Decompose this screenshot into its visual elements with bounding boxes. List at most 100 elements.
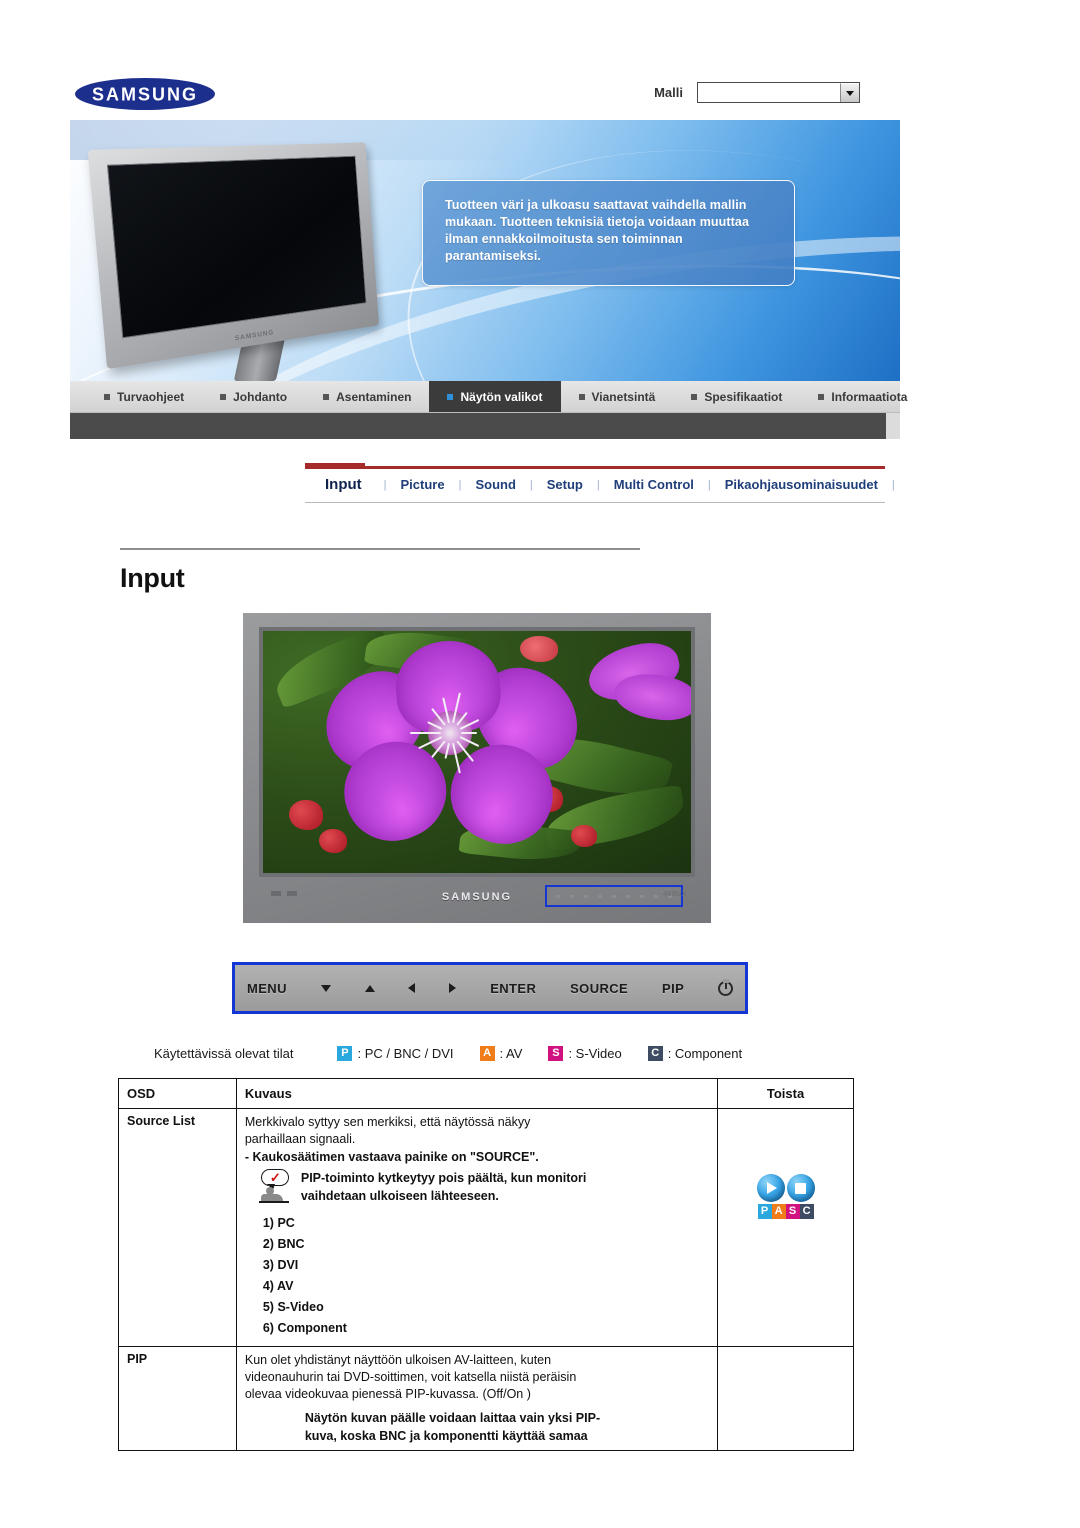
main-nav-label: Vianetsintä xyxy=(591,389,656,404)
media-ball-icons xyxy=(756,1174,815,1202)
hero-callout-text: Tuotteen väri ja ulkoasu saattavat vaihd… xyxy=(445,198,750,263)
cell-repeat-pip xyxy=(717,1346,854,1451)
hero-banner: SAMSUNG Tuotteen väri ja ulkoasu saattav… xyxy=(70,120,900,385)
pip-note: Näytön kuvan päälle voidaan laittaa vain… xyxy=(305,1409,709,1445)
main-nav-item-nayton-valikot[interactable]: Näytön valikot xyxy=(429,381,561,412)
available-modes-legend: Käytettävissä olevat tilat P : PC / BNC … xyxy=(154,1046,768,1061)
note-person-check-icon: ✓ xyxy=(258,1169,293,1205)
samsung-logo-text: SAMSUNG xyxy=(91,82,198,104)
note-text: PIP-toiminto kytkeytyy pois päältä, kun … xyxy=(301,1169,586,1205)
stamen xyxy=(461,732,477,734)
pip-desc-line-3: olevaa videokuvaa pienessä PIP-kuvassa. … xyxy=(244,1387,531,1401)
table-row: PIP Kun olet yhdistänyt näyttöön ulkoise… xyxy=(118,1346,854,1451)
legend-entry-pc: P : PC / BNC / DVI xyxy=(337,1046,454,1061)
bullet-square-icon xyxy=(104,393,110,400)
main-nav-items: Turvaohjeet Johdanto Asentaminen Näytön … xyxy=(70,381,907,412)
arrow-down-icon[interactable] xyxy=(320,984,331,992)
control-menu-button[interactable]: MENU xyxy=(247,981,287,996)
column-header-toista: Toista xyxy=(717,1078,854,1109)
legend-entry-text: : AV xyxy=(499,1046,523,1061)
main-nav-item-spesifikaatiot[interactable]: Spesifikaatiot xyxy=(673,381,800,412)
table-header-row: OSD Kuvaus Toista xyxy=(118,1078,854,1109)
top-header: SAMSUNG Malli xyxy=(70,70,900,118)
main-nav-label: Spesifikaatiot xyxy=(704,389,783,404)
monitor-brand-label: SAMSUNG xyxy=(441,891,513,903)
main-nav-item-vianetsinta[interactable]: Vianetsintä xyxy=(561,381,674,412)
model-select[interactable] xyxy=(697,82,860,103)
sub-nav-item-picture[interactable]: Picture xyxy=(387,477,459,492)
monitor-product-image: SAMSUNG 460UX xyxy=(243,613,711,923)
control-panel-dots xyxy=(547,887,681,905)
sub-nav-item-setup[interactable]: Setup xyxy=(533,477,597,492)
badge-s: S xyxy=(785,1204,800,1219)
badge-c: C xyxy=(799,1204,814,1219)
sub-nav-item-multi-control[interactable]: Multi Control xyxy=(600,477,708,492)
source-option-bnc: 2) BNC xyxy=(262,1237,305,1251)
main-nav-footer-edge xyxy=(886,413,900,439)
red-bud-icon xyxy=(571,824,598,847)
control-enter-button[interactable]: ENTER xyxy=(490,981,536,996)
mode-badge-c-icon: C xyxy=(647,1046,663,1061)
source-option-svideo: 5) S-Video xyxy=(262,1300,324,1314)
legend-entry-svideo: S : S-Video xyxy=(548,1046,622,1061)
cell-osd-pip: PIP xyxy=(118,1346,237,1451)
mode-badge-p-icon: P xyxy=(337,1046,353,1061)
main-nav-label: Asentaminen xyxy=(336,389,412,404)
cell-description-pip: Kun olet yhdistänyt näyttöön ulkoisen AV… xyxy=(235,1346,719,1451)
bullet-square-icon xyxy=(447,393,454,400)
pip-desc-line-2: videonauhurin tai DVD-soittimen, voit ka… xyxy=(244,1370,577,1384)
main-nav-label: Turvaohjeet xyxy=(117,389,185,404)
main-nav-item-turvaohjeet[interactable]: Turvaohjeet xyxy=(86,381,202,412)
source-option-pc: 1) PC xyxy=(262,1216,295,1230)
monitor-body: SAMSUNG xyxy=(87,142,380,370)
sub-nav: Input | Picture | Sound | Setup | Multi … xyxy=(305,466,895,503)
main-nav-label: Informaatiota xyxy=(831,389,908,404)
pip-desc-line-1: Kun olet yhdistänyt näyttöön ulkoisen AV… xyxy=(244,1353,552,1367)
monitor-base-bar: SAMSUNG 460UX xyxy=(259,877,695,917)
bullet-square-icon xyxy=(578,393,585,400)
product-manual-page: SAMSUNG Malli SAMSUNG Tuotteen väri ja u… xyxy=(0,0,1080,1528)
arrow-right-icon[interactable] xyxy=(449,983,457,993)
arrow-up-icon[interactable] xyxy=(364,984,375,992)
legend-label: Käytettävissä olevat tilat xyxy=(154,1046,294,1061)
note-line-1: PIP-toiminto kytkeytyy pois päältä, kun … xyxy=(300,1171,587,1185)
control-source-button[interactable]: SOURCE xyxy=(570,981,628,996)
legend-entry-text: : S-Video xyxy=(568,1046,622,1061)
main-nav-item-asentaminen[interactable]: Asentaminen xyxy=(305,381,429,412)
column-header-kuvaus: Kuvaus xyxy=(235,1078,719,1109)
note-block: ✓ PIP-toiminto kytkeytyy pois päältä, ku… xyxy=(258,1169,709,1205)
chevron-down-icon[interactable] xyxy=(840,83,859,102)
pip-note-line-1: Näytön kuvan päälle voidaan laittaa vain… xyxy=(304,1411,601,1425)
model-selector-row: Malli xyxy=(654,82,860,103)
badge-p: P xyxy=(757,1204,772,1219)
main-nav-label: Johdanto xyxy=(233,389,288,404)
main-nav-label: Näytön valikot xyxy=(460,389,543,404)
control-pip-button[interactable]: PIP xyxy=(662,981,684,996)
desc-remote-note: - Kaukosäätimen vastaava painike on "SOU… xyxy=(244,1150,539,1164)
hero-monitor-illustration: SAMSUNG xyxy=(87,138,420,383)
arrow-left-icon[interactable] xyxy=(408,983,416,993)
page-title: Input xyxy=(120,563,185,593)
sub-nav-items: Input | Picture | Sound | Setup | Multi … xyxy=(305,469,895,502)
badge-a: A xyxy=(771,1204,786,1219)
main-nav-item-johdanto[interactable]: Johdanto xyxy=(202,381,305,412)
pip-note-line-2: kuva, koska BNC ja komponentti käyttää s… xyxy=(304,1429,588,1443)
model-label: Malli xyxy=(654,85,683,100)
legend-entry-text: : PC / BNC / DVI xyxy=(357,1046,454,1061)
main-nav-item-informaatiota[interactable]: Informaatiota xyxy=(800,381,925,412)
column-header-osd: OSD xyxy=(118,1078,237,1109)
play-ball-icon xyxy=(756,1174,785,1202)
source-option-av: 4) AV xyxy=(262,1279,294,1293)
source-option-dvi: 3) DVI xyxy=(262,1258,299,1272)
bullet-square-icon xyxy=(220,393,227,400)
monitor-model-label: 460UX xyxy=(663,891,687,898)
cell-osd-source-list: Source List xyxy=(118,1108,237,1347)
source-options-list: 1) PC 2) BNC 3) DVI 4) AV 5) S-Video 6) … xyxy=(263,1213,709,1339)
sub-nav-item-pikaohjausominaisuudet[interactable]: Pikaohjausominaisuudet xyxy=(711,477,892,492)
sub-nav-item-input[interactable]: Input xyxy=(305,476,384,493)
samsung-logo: SAMSUNG xyxy=(75,78,215,110)
sub-nav-item-sound[interactable]: Sound xyxy=(461,477,529,492)
power-icon[interactable] xyxy=(718,980,734,996)
mode-badge-s-icon: S xyxy=(548,1046,564,1061)
stamen xyxy=(410,732,441,734)
